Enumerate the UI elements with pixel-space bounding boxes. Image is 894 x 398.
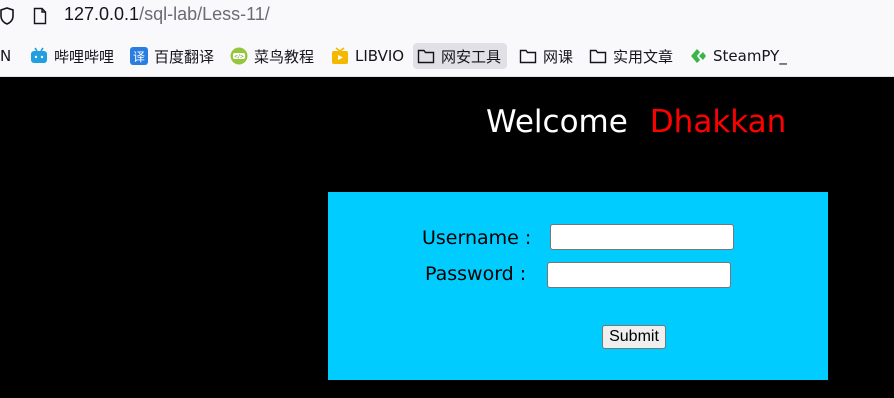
bookmark-label: LIBVIO [355,47,405,65]
url-path: /sql-lab/Less-11/ [139,4,270,24]
welcome-heading: Welcome Dhakkan [486,104,786,140]
login-form: Username : Password : Submit [328,192,828,380]
page-content: Welcome Dhakkan Username : Password : Sub… [0,77,894,398]
bookmark-label: 网安工具 [441,47,502,66]
steampy-icon [691,49,706,63]
baidu-translate-icon: 译 [130,47,148,65]
bookmark-label: N [0,47,12,65]
svg-text:译: 译 [133,50,145,64]
submit-button[interactable]: Submit [602,325,666,349]
url-bar: 127.0.0.1/sql-lab/Less-11/ [0,0,894,35]
bookmark-partial[interactable]: N [0,43,11,69]
bilibili-icon [31,47,47,63]
welcome-name: Dhakkan [649,104,787,140]
folder-icon [417,49,435,64]
bookmark-folder-security-tools[interactable]: 网安工具 [413,43,508,69]
password-input[interactable] [547,262,731,288]
folder-icon [519,49,537,64]
bookmark-libvio[interactable]: LIBVIO [331,43,404,69]
bookmark-label: 实用文章 [613,47,674,66]
password-label: Password : [425,263,527,285]
url-host: 127.0.0.1 [64,4,140,24]
bookmark-folder-online-courses[interactable]: 网课 [519,43,573,69]
username-label: Username : [422,227,532,249]
folder-icon [589,49,607,64]
address-field[interactable]: 127.0.0.1/sql-lab/Less-11/ [64,4,270,25]
bookmark-label: 哔哩哔哩 [54,47,115,66]
bookmarks-toolbar: N 哔哩哔哩 译 百度翻译 </> 菜鸟教程 LIBVIO 网安工具 网课 实用… [0,35,894,77]
bookmark-label: 网课 [543,47,574,66]
welcome-text: Welcome [486,104,628,140]
libvio-icon [332,47,348,64]
bookmark-baidu-translate[interactable]: 译 百度翻译 [130,43,214,69]
bookmark-label: 百度翻译 [154,47,215,66]
bookmark-runoob[interactable]: </> 菜鸟教程 [230,43,314,69]
username-input[interactable] [550,224,734,250]
shield-icon[interactable] [0,7,14,25]
svg-text:</>: </> [234,54,244,60]
page-icon [33,7,47,25]
runoob-icon: </> [230,47,248,65]
bookmark-steampy[interactable]: SteamPY_ [689,43,787,69]
bookmark-label: SteamPY_ [713,47,787,65]
bookmark-label: 菜鸟教程 [254,47,315,66]
bookmark-folder-useful-articles[interactable]: 实用文章 [589,43,673,69]
bookmark-bilibili[interactable]: 哔哩哔哩 [30,43,114,69]
